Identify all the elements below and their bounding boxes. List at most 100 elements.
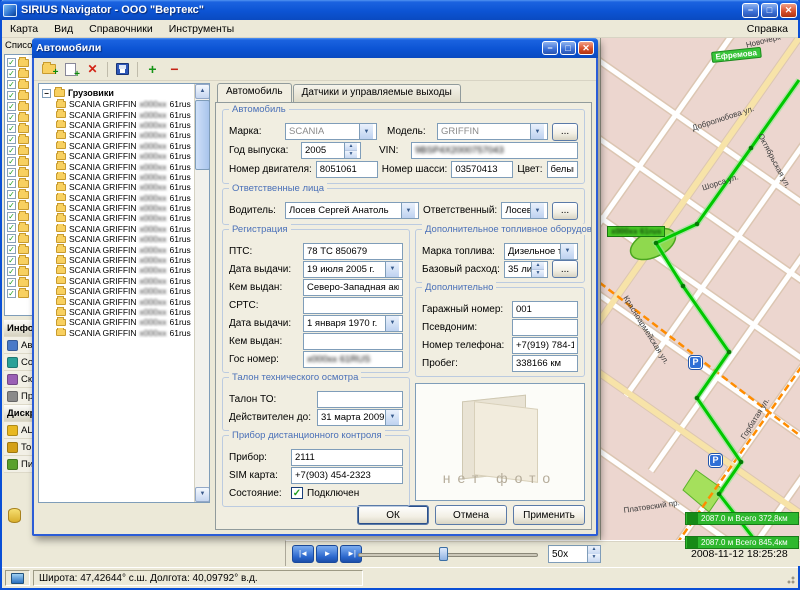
tree-item-vehicle[interactable]: SCANIA GRIFFINх000хх61rus [42, 193, 193, 203]
brand-combo[interactable]: SCANIA▼ [285, 123, 377, 140]
checkbox-icon[interactable]: ✓ [7, 179, 16, 188]
tree-item-vehicle[interactable]: SCANIA GRIFFINх000хх61rus [42, 172, 193, 182]
tree-item-vehicle[interactable]: SCANIA GRIFFINх000хх61rus [42, 120, 193, 130]
cancel-button[interactable]: Отмена [435, 505, 507, 525]
checkbox-icon[interactable]: ✓ [7, 168, 16, 177]
save-button[interactable] [112, 60, 133, 79]
dialog-titlebar[interactable]: Автомобили − □ ✕ [32, 38, 598, 58]
minimize-button[interactable]: − [742, 3, 759, 18]
scroll-thumb[interactable] [195, 100, 210, 170]
tree-item-vehicle[interactable]: SCANIA GRIFFINх000хх61rus [42, 276, 193, 286]
checkbox-icon[interactable]: ✓ [7, 80, 16, 89]
issued-by-field[interactable]: Северо-Западная акционерная т [303, 279, 403, 296]
issued-by2-field[interactable] [303, 333, 403, 350]
tree-item-vehicle[interactable]: SCANIA GRIFFINх000хх61rus [42, 296, 193, 306]
model-browse-button[interactable]: ... [552, 123, 578, 141]
checkbox-icon[interactable]: ✓ [7, 278, 16, 287]
speed-spinner[interactable]: ▲▼ [588, 545, 601, 563]
connected-checkbox[interactable]: ✓ [291, 487, 303, 499]
menu-help[interactable]: Справка [737, 22, 798, 36]
checkbox-icon[interactable]: ✓ [7, 289, 16, 298]
vehicle-map-badge[interactable]: х000хх 61rus [607, 226, 665, 237]
collapse-icon[interactable]: − [42, 89, 51, 98]
tree-item-vehicle[interactable]: SCANIA GRIFFINх000хх61rus [42, 141, 193, 151]
menu-tools[interactable]: Инструменты [161, 22, 242, 36]
spin-down-icon[interactable]: ▼ [532, 270, 544, 277]
menu-map[interactable]: Карта [2, 22, 46, 36]
apply-button[interactable]: Применить [513, 505, 585, 525]
spin-down-icon[interactable]: ▼ [588, 554, 600, 562]
pts-field[interactable]: 78 ТС 850679 [303, 243, 403, 260]
parking-icon[interactable]: P [709, 454, 722, 467]
skip-back-button[interactable]: |◄ [292, 545, 314, 563]
engine-field[interactable]: 8051061 [316, 161, 378, 178]
spin-up-icon[interactable]: ▲ [588, 546, 600, 554]
scroll-up-icon[interactable]: ▲ [195, 84, 210, 99]
tree-item-vehicle[interactable]: SCANIA GRIFFINх000хх61rus [42, 265, 193, 275]
play-button[interactable]: ► [316, 545, 338, 563]
sim-field[interactable]: +7(903) 454-2323 [291, 467, 403, 484]
checkbox-icon[interactable]: ✓ [7, 69, 16, 78]
tree-root-group[interactable]: − Грузовики [42, 87, 193, 99]
timeline-slider[interactable] [358, 545, 538, 563]
checkbox-icon[interactable]: ✓ [7, 113, 16, 122]
checkbox-icon[interactable]: ✓ [7, 146, 16, 155]
srts-field[interactable] [303, 297, 403, 314]
tree-item-vehicle[interactable]: SCANIA GRIFFINх000хх61rus [42, 234, 193, 244]
dialog-maximize-button[interactable]: □ [560, 41, 576, 55]
tree-item-vehicle[interactable]: SCANIA GRIFFINх000хх61rus [42, 224, 193, 234]
year-spinner[interactable]: 2005▲▼ [301, 142, 361, 159]
checkbox-icon[interactable]: ✓ [7, 190, 16, 199]
checkbox-icon[interactable]: ✓ [7, 102, 16, 111]
checkbox-icon[interactable]: ✓ [7, 201, 16, 210]
device-field[interactable]: 2111 [291, 449, 403, 466]
checkbox-icon[interactable]: ✓ [7, 135, 16, 144]
fuel-brand-combo[interactable]: Дизельное топливо▼ [504, 243, 578, 260]
fuel-browse-button[interactable]: ... [552, 260, 578, 278]
close-button[interactable]: ✕ [780, 3, 797, 18]
issue-date-picker[interactable]: 19 июля 2005 г.▼ [303, 261, 403, 278]
tree-item-vehicle[interactable]: SCANIA GRIFFINх000хх61rus [42, 203, 193, 213]
maximize-button[interactable]: □ [761, 3, 778, 18]
tree-scrollbar[interactable]: ▲ ▼ [194, 84, 209, 502]
tree-item-vehicle[interactable]: SCANIA GRIFFINх000хх61rus [42, 109, 193, 119]
checkbox-icon[interactable]: ✓ [7, 91, 16, 100]
model-combo[interactable]: GRIFFIN▼ [437, 123, 548, 140]
slider-thumb[interactable] [439, 547, 448, 561]
mileage-field[interactable]: 338166 км [512, 355, 578, 372]
expand-all-button[interactable]: + [142, 60, 163, 79]
chassis-field[interactable]: 03570413 [451, 161, 513, 178]
responsible-combo[interactable]: Лосев Сергей Анатоль▼ [501, 202, 548, 219]
tree-item-vehicle[interactable]: SCANIA GRIFFINх000хх61rus [42, 151, 193, 161]
checkbox-icon[interactable]: ✓ [7, 245, 16, 254]
tree-item-vehicle[interactable]: SCANIA GRIFFINх000хх61rus [42, 244, 193, 254]
checkbox-icon[interactable]: ✓ [7, 267, 16, 276]
issue-date2-picker[interactable]: 1 января 1970 г.▼ [303, 315, 403, 332]
spin-up-icon[interactable]: ▲ [345, 143, 357, 151]
add-vehicle-button[interactable] [60, 60, 81, 79]
spin-up-icon[interactable]: ▲ [532, 262, 544, 270]
checkbox-icon[interactable]: ✓ [7, 124, 16, 133]
fuel-rate-spinner[interactable]: 35 литров▲▼ [504, 261, 548, 278]
tree-item-vehicle[interactable]: SCANIA GRIFFINх000хх61rus [42, 286, 193, 296]
add-group-button[interactable] [38, 60, 59, 79]
vin-field[interactable]: 9BSP4X2000757043 [411, 142, 578, 159]
speed-select[interactable]: 50x [548, 545, 588, 563]
menu-view[interactable]: Вид [46, 22, 81, 36]
main-titlebar[interactable]: SIRIUS Navigator - ООО "Вертекс" − □ ✕ [0, 0, 800, 20]
resize-grip[interactable] [783, 572, 795, 584]
tab-vehicle[interactable]: Автомобиль [217, 83, 292, 102]
phone-field[interactable]: +7(919) 784-1502 [512, 337, 578, 354]
driver-combo[interactable]: Лосев Сергей Анатоль▼ [285, 202, 419, 219]
spin-down-icon[interactable]: ▼ [345, 151, 357, 158]
plate-field[interactable]: х000хх 61RUS [303, 351, 403, 368]
tree-item-vehicle[interactable]: SCANIA GRIFFINх000хх61rus [42, 307, 193, 317]
checkbox-icon[interactable]: ✓ [7, 223, 16, 232]
tree-item-vehicle[interactable]: SCANIA GRIFFINх000хх61rus [42, 130, 193, 140]
checkbox-icon[interactable]: ✓ [7, 58, 16, 67]
delete-button[interactable]: ✕ [82, 60, 103, 79]
checkbox-icon[interactable]: ✓ [7, 212, 16, 221]
ok-button[interactable]: ОК [357, 505, 429, 525]
tree-item-vehicle[interactable]: SCANIA GRIFFINх000хх61rus [42, 161, 193, 171]
dialog-minimize-button[interactable]: − [542, 41, 558, 55]
